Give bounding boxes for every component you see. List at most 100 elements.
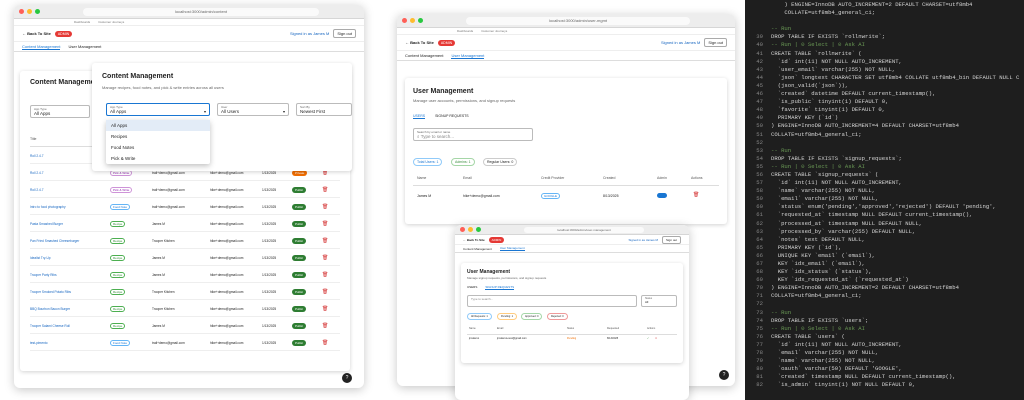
content-title-link[interactable]: Pan Fried Smashed Cheeseburger xyxy=(30,239,79,243)
address-bar[interactable]: localhost:3000/admin/content xyxy=(83,7,319,16)
sql-code-editor[interactable]: ) ENGINE=InnoDB AUTO_INCREMENT=2 DEFAULT… xyxy=(745,0,1024,400)
delete-icon[interactable]: 🗑 xyxy=(322,204,328,210)
address-bar[interactable]: localhost:3000/admin/user-mgmt xyxy=(466,16,690,25)
content-title-link[interactable]: Roll 2.4.7 xyxy=(30,154,43,158)
help-fab[interactable]: ? xyxy=(342,373,352,383)
close-window-button[interactable] xyxy=(402,18,407,23)
status-badge[interactable]: Public xyxy=(292,272,307,278)
bookmark[interactable]: Customer Journeys xyxy=(481,29,507,33)
status-badge[interactable]: Public xyxy=(292,289,307,295)
delete-icon[interactable]: 🗑 xyxy=(322,306,328,312)
content-title-link[interactable]: test-pimento xyxy=(30,341,48,345)
tab-user-management[interactable]: User Management xyxy=(499,246,525,251)
user-search-input[interactable]: Search by email or name ⌕ Type to search.… xyxy=(413,128,533,141)
back-to-site-link[interactable]: ← Back To Site xyxy=(463,238,485,242)
delete-icon[interactable]: 🗑 xyxy=(322,289,328,295)
zoom-window-button[interactable] xyxy=(35,9,40,14)
content-title-link[interactable]: Trooper Salami Cheese Roll xyxy=(30,324,70,328)
zoom-window-button[interactable] xyxy=(418,18,423,23)
status-badge[interactable]: Public xyxy=(292,204,307,210)
sort-select[interactable]: Sort By Newest First xyxy=(296,103,352,116)
bookmark[interactable]: Customer Journeys xyxy=(98,20,124,24)
tab-user-management[interactable]: User Management xyxy=(451,53,485,59)
close-window-button[interactable] xyxy=(19,9,24,14)
content-title-link[interactable]: Pasta Smashed Burger xyxy=(30,222,63,226)
status-badge[interactable]: Public xyxy=(292,340,307,346)
status-select[interactable]: Status All xyxy=(641,295,677,307)
help-fab[interactable]: ? xyxy=(719,370,729,380)
content-title-link[interactable]: Roll 2.4.7 xyxy=(30,171,43,175)
content-title-link[interactable]: Roll 2.4.7 xyxy=(30,188,43,192)
date-cell: 1/13/2025 xyxy=(262,205,277,209)
admin-toggle[interactable] xyxy=(657,193,667,198)
menu-item-all-apps[interactable]: All Apps xyxy=(106,120,210,131)
zoom-window-button[interactable] xyxy=(476,227,481,232)
column-header: Actions xyxy=(647,327,656,330)
subtab-users[interactable]: USERS xyxy=(467,285,477,290)
code-text: KEY `idx_status` (`status`), xyxy=(771,268,872,276)
line-number: 51 xyxy=(756,130,763,138)
admins-chip: Admins: 1 xyxy=(451,158,475,166)
user-select[interactable]: User All Users ▾ xyxy=(217,103,289,116)
content-title-link[interactable]: Trooper Party Ribs xyxy=(30,273,57,277)
delete-icon[interactable]: 🗑 xyxy=(322,255,328,261)
line-number: 42 xyxy=(756,57,763,65)
tab-content-management[interactable]: Content Management xyxy=(463,247,492,251)
status-badge[interactable]: Public xyxy=(292,306,307,312)
signup-search-input[interactable]: Type to search... xyxy=(467,295,637,307)
status-badge[interactable]: Public xyxy=(292,255,307,261)
code-text: `id` int(11) NOT NULL AUTO_INCREMENT, xyxy=(771,57,902,65)
minimize-window-button[interactable] xyxy=(27,9,32,14)
sign-out-button[interactable]: Sign out xyxy=(661,235,681,244)
code-line: 77 `id` int(11) NOT NULL AUTO_INCREMENT, xyxy=(745,341,1024,349)
status-badge[interactable]: Public xyxy=(292,238,307,244)
tab-user-management[interactable]: User Management xyxy=(68,44,101,49)
menu-item-recipes[interactable]: Recipes xyxy=(106,131,210,142)
back-to-site-link[interactable]: ← Back To Site xyxy=(22,31,51,36)
address-bar[interactable]: localhost:3000/admin/user-management xyxy=(524,226,644,233)
subtab-signup-requests[interactable]: SIGNUP REQUESTS xyxy=(485,285,515,290)
bookmark[interactable]: Dashboards xyxy=(457,29,473,33)
table-row: Pan Fried Smashed Cheeseburger Recipe Tr… xyxy=(30,234,340,249)
tab-content-management[interactable]: Content Management xyxy=(22,44,61,50)
line-number: 73 xyxy=(756,308,763,316)
delete-icon[interactable]: 🗑 xyxy=(322,221,328,227)
tab-content-management[interactable]: Content Management xyxy=(405,53,443,58)
author-cell: Trooper Kitchen xyxy=(152,307,175,311)
content-title-link[interactable]: Trooper Smoked Potato Ribs xyxy=(30,290,71,294)
delete-icon[interactable]: 🗑 xyxy=(322,238,328,244)
content-title-link[interactable]: Idealist Try-Up xyxy=(30,256,51,260)
status-badge[interactable]: Public xyxy=(292,221,307,227)
minimize-window-button[interactable] xyxy=(410,18,415,23)
delete-icon[interactable]: 🗑 xyxy=(322,187,328,193)
back-to-site-link[interactable]: ← Back To Site xyxy=(405,40,434,45)
subtab-users[interactable]: USERS xyxy=(413,114,426,119)
delete-icon[interactable]: 🗑 xyxy=(693,192,699,198)
delete-icon[interactable]: 🗑 xyxy=(322,272,328,278)
subtab-signup-requests[interactable]: SIGNUP REQUESTS xyxy=(435,114,469,119)
menu-item-food-notes[interactable]: Food Notes xyxy=(106,142,210,153)
status-badge[interactable]: Public xyxy=(292,323,307,329)
approve-icon[interactable]: ✓ xyxy=(647,337,649,340)
minimize-window-button[interactable] xyxy=(468,227,473,232)
content-title-link[interactable]: Intro to food photography xyxy=(30,205,66,209)
delete-icon[interactable]: 🗑 xyxy=(322,340,328,346)
chevron-down-icon: ▾ xyxy=(282,109,285,114)
delete-icon[interactable]: 🗑 xyxy=(322,323,328,329)
code-line: 74 DROP TABLE IF EXISTS `users`; xyxy=(745,317,1024,325)
code-line: 50) ENGINE=InnoDB AUTO_INCREMENT=4 DEFAU… xyxy=(745,122,1024,130)
status-badge[interactable]: Public xyxy=(292,187,307,193)
menu-item-pick-write[interactable]: Pick & Write xyxy=(106,153,210,164)
content-title-link[interactable]: BBQ Bourbon Bacon Burger xyxy=(30,307,70,311)
sign-out-button[interactable]: Sign out xyxy=(704,38,727,47)
close-window-button[interactable] xyxy=(460,227,465,232)
app-type-select-behind[interactable]: App Type All Apps xyxy=(30,105,90,118)
request-date: 8/13/2025 xyxy=(607,337,619,340)
code-line: 72 xyxy=(745,300,1024,308)
code-line: 41 CREATE TABLE `rollnwrite` ( xyxy=(745,50,1024,58)
reject-icon[interactable]: ✕ xyxy=(655,337,657,340)
sign-out-button[interactable]: Sign out xyxy=(333,29,356,38)
bookmark[interactable]: Dashboards xyxy=(74,20,90,24)
app-type-select[interactable]: App Type All Apps ▾ xyxy=(106,103,210,116)
table-row: Pasta Smashed Burger Recipe James M hike… xyxy=(30,217,340,232)
